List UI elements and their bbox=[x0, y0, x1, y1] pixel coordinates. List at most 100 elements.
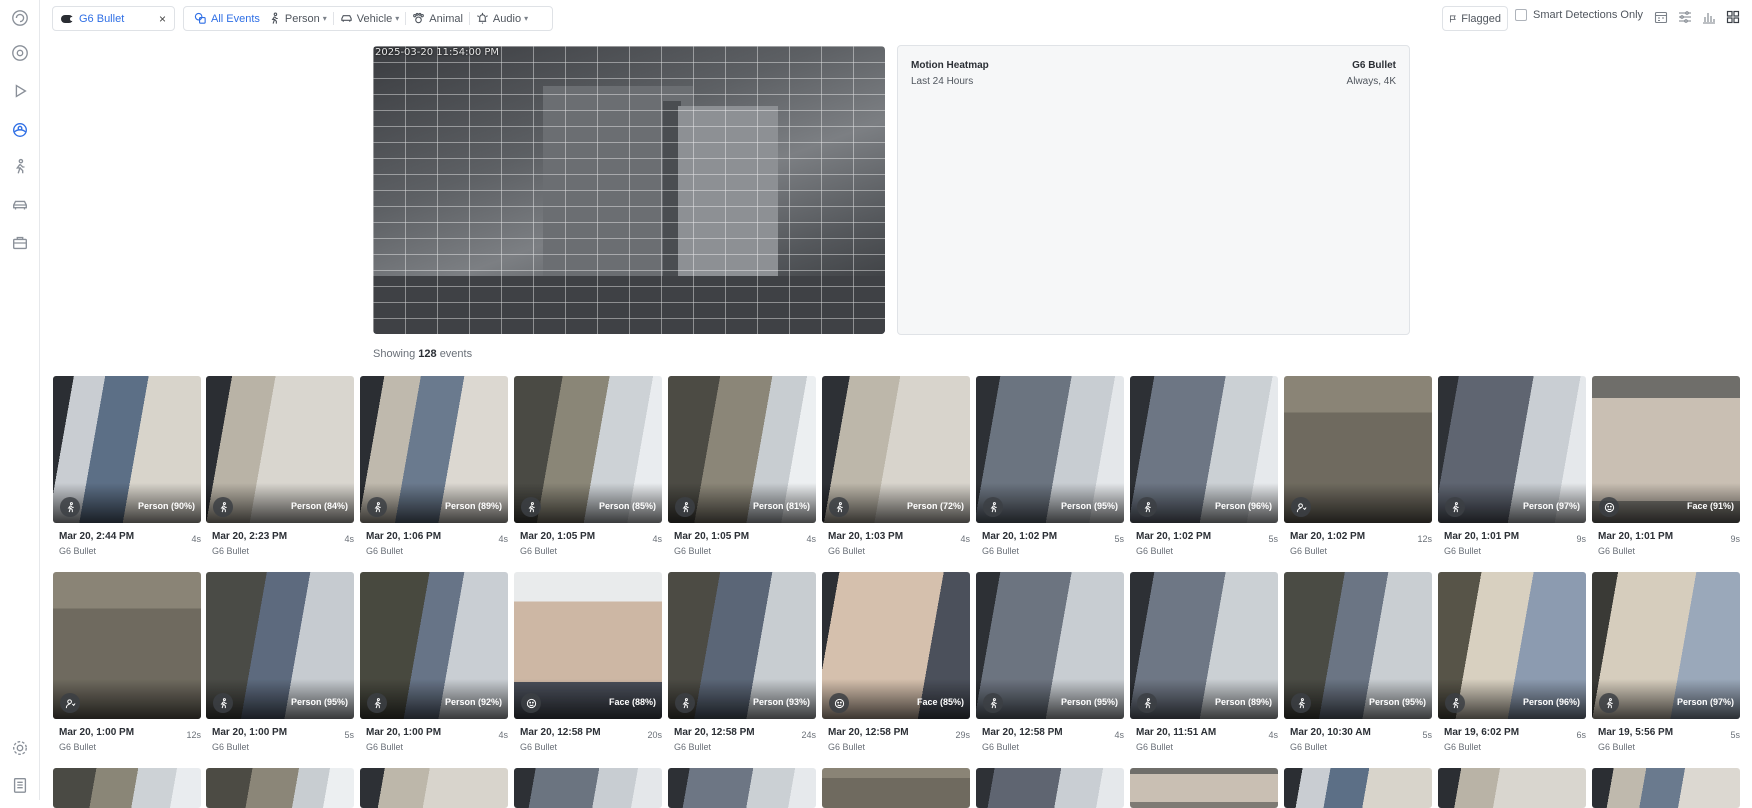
event-thumbnail[interactable]: Person (95%) bbox=[206, 572, 354, 719]
filter-animal[interactable]: Animal bbox=[408, 8, 467, 29]
detection-label: Person (72%) bbox=[906, 501, 964, 511]
grid-view-icon[interactable] bbox=[1726, 10, 1742, 26]
event-thumbnail[interactable] bbox=[1438, 768, 1586, 808]
event-card[interactable] bbox=[360, 768, 508, 808]
event-card[interactable]: Person (90%) Mar 20, 2:44 PM G6 Bullet 4… bbox=[53, 376, 201, 556]
event-thumbnail[interactable]: Person (97%) bbox=[1438, 376, 1586, 523]
event-meta: G6 Bullet bbox=[976, 542, 1124, 556]
devices-icon[interactable] bbox=[10, 43, 30, 63]
event-card[interactable]: Person (95%) Mar 20, 12:58 PM G6 Bullet … bbox=[976, 572, 1124, 752]
event-card[interactable] bbox=[1130, 768, 1278, 808]
heatmap-mode: Always, 4K bbox=[1346, 76, 1396, 87]
person-icon bbox=[521, 497, 541, 517]
flagged-button[interactable]: Flagged bbox=[1442, 6, 1508, 31]
event-card[interactable]: Person (72%) Mar 20, 1:03 PM G6 Bullet 4… bbox=[822, 376, 970, 556]
event-thumbnail[interactable]: Person (72%) bbox=[822, 376, 970, 523]
top-toolbar: G6 Bullet × All Events Person ▾ Vehicle … bbox=[40, 0, 1752, 38]
filter-audio[interactable]: Audio ▾ bbox=[472, 8, 532, 29]
event-card[interactable] bbox=[822, 768, 970, 808]
event-thumbnail[interactable] bbox=[53, 572, 201, 719]
toolbox-icon[interactable] bbox=[10, 233, 30, 253]
event-thumbnail[interactable]: Person (90%) bbox=[53, 376, 201, 523]
event-card[interactable] bbox=[206, 768, 354, 808]
event-card[interactable]: Person (95%) Mar 20, 1:02 PM G6 Bullet 5… bbox=[976, 376, 1124, 556]
event-thumbnail[interactable]: Person (84%) bbox=[206, 376, 354, 523]
event-card[interactable]: Face (85%) Mar 20, 12:58 PM G6 Bullet 29… bbox=[822, 572, 970, 752]
event-thumbnail[interactable]: Person (85%) bbox=[514, 376, 662, 523]
camera-preview[interactable]: 2025-03-20 11:54:00 PM bbox=[373, 46, 885, 334]
event-thumbnail[interactable]: Face (88%) bbox=[514, 572, 662, 719]
event-card[interactable]: Person (95%) Mar 20, 1:00 PM G6 Bullet 5… bbox=[206, 572, 354, 752]
event-thumbnail[interactable]: Person (81%) bbox=[668, 376, 816, 523]
event-card[interactable] bbox=[1438, 768, 1586, 808]
event-card[interactable]: Person (95%) Mar 20, 10:30 AM G6 Bullet … bbox=[1284, 572, 1432, 752]
sliders-icon[interactable] bbox=[1678, 10, 1694, 26]
filter-all-events[interactable]: All Events bbox=[190, 8, 264, 29]
event-card[interactable]: Person (92%) Mar 20, 1:00 PM G6 Bullet 4… bbox=[360, 572, 508, 752]
settings-icon[interactable] bbox=[10, 738, 30, 758]
smart-detections-toggle[interactable]: Smart Detections Only bbox=[1515, 9, 1643, 21]
event-card[interactable] bbox=[514, 768, 662, 808]
event-card[interactable]: Mar 20, 1:00 PM G6 Bullet 12s bbox=[53, 572, 201, 752]
event-thumbnail[interactable] bbox=[1130, 768, 1278, 808]
event-thumbnail[interactable] bbox=[976, 768, 1124, 808]
event-thumbnail[interactable]: Person (96%) bbox=[1438, 572, 1586, 719]
event-camera: G6 Bullet bbox=[212, 546, 250, 556]
event-thumbnail[interactable] bbox=[668, 768, 816, 808]
event-card[interactable]: Mar 20, 1:02 PM G6 Bullet 12s bbox=[1284, 376, 1432, 556]
event-thumbnail[interactable] bbox=[360, 768, 508, 808]
event-card[interactable]: Person (85%) Mar 20, 1:05 PM G6 Bullet 4… bbox=[514, 376, 662, 556]
event-card[interactable]: Person (89%) Mar 20, 1:06 PM G6 Bullet 4… bbox=[360, 376, 508, 556]
play-icon[interactable] bbox=[10, 81, 30, 101]
event-card[interactable]: Person (89%) Mar 20, 11:51 AM G6 Bullet … bbox=[1130, 572, 1278, 752]
event-thumbnail[interactable]: Person (93%) bbox=[668, 572, 816, 719]
event-card[interactable] bbox=[1592, 768, 1740, 808]
event-card[interactable]: Face (88%) Mar 20, 12:58 PM G6 Bullet 20… bbox=[514, 572, 662, 752]
vehicle-nav-icon[interactable] bbox=[10, 195, 30, 215]
close-icon[interactable]: × bbox=[159, 12, 166, 26]
event-meta: G6 Bullet bbox=[822, 542, 970, 556]
person-nav-icon[interactable] bbox=[10, 157, 30, 177]
event-thumbnail[interactable] bbox=[822, 768, 970, 808]
event-thumbnail[interactable] bbox=[206, 768, 354, 808]
event-card[interactable]: Person (97%) Mar 20, 1:01 PM G6 Bullet 9… bbox=[1438, 376, 1586, 556]
event-card[interactable] bbox=[1284, 768, 1432, 808]
person-icon bbox=[1445, 497, 1465, 517]
camera-filter-chip[interactable]: G6 Bullet × bbox=[52, 6, 175, 31]
event-thumbnail[interactable] bbox=[514, 768, 662, 808]
event-card[interactable] bbox=[976, 768, 1124, 808]
event-thumbnail[interactable]: Person (92%) bbox=[360, 572, 508, 719]
bar-chart-icon[interactable] bbox=[1702, 10, 1718, 26]
event-card[interactable]: Person (96%) Mar 19, 6:02 PM G6 Bullet 6… bbox=[1438, 572, 1586, 752]
event-thumbnail[interactable]: Face (91%) bbox=[1592, 376, 1740, 523]
event-meta: G6 Bullet bbox=[668, 738, 816, 752]
event-thumbnail[interactable]: Person (95%) bbox=[976, 572, 1124, 719]
event-thumbnail[interactable] bbox=[1284, 768, 1432, 808]
event-card[interactable]: Person (93%) Mar 20, 12:58 PM G6 Bullet … bbox=[668, 572, 816, 752]
event-thumbnail[interactable]: Person (95%) bbox=[1284, 572, 1432, 719]
event-thumbnail[interactable]: Face (85%) bbox=[822, 572, 970, 719]
filter-vehicle[interactable]: Vehicle ▾ bbox=[336, 8, 404, 29]
event-card[interactable] bbox=[53, 768, 201, 808]
event-thumbnail[interactable] bbox=[1592, 768, 1740, 808]
event-thumbnail[interactable]: Person (96%) bbox=[1130, 376, 1278, 523]
event-card[interactable] bbox=[668, 768, 816, 808]
event-card[interactable]: Person (97%) Mar 19, 5:56 PM G6 Bullet 5… bbox=[1592, 572, 1740, 752]
logo-icon[interactable] bbox=[10, 8, 30, 28]
clipboard-icon[interactable] bbox=[10, 775, 30, 795]
event-card[interactable]: Person (81%) Mar 20, 1:05 PM G6 Bullet 4… bbox=[668, 376, 816, 556]
event-thumbnail[interactable]: Person (97%) bbox=[1592, 572, 1740, 719]
detections-icon[interactable] bbox=[10, 120, 30, 140]
event-card[interactable]: Person (96%) Mar 20, 1:02 PM G6 Bullet 5… bbox=[1130, 376, 1278, 556]
event-thumbnail[interactable]: Person (89%) bbox=[1130, 572, 1278, 719]
event-thumbnail[interactable]: Person (89%) bbox=[360, 376, 508, 523]
calendar-icon[interactable] bbox=[1654, 10, 1670, 26]
event-card[interactable]: Face (91%) Mar 20, 1:01 PM G6 Bullet 9s bbox=[1592, 376, 1740, 556]
filter-person[interactable]: Person ▾ bbox=[264, 8, 331, 29]
smart-detections-checkbox[interactable] bbox=[1515, 9, 1527, 21]
event-thumbnail[interactable] bbox=[53, 768, 201, 808]
event-thumbnail[interactable] bbox=[1284, 376, 1432, 523]
event-meta: G6 Bullet bbox=[1284, 542, 1432, 556]
event-card[interactable]: Person (84%) Mar 20, 2:23 PM G6 Bullet 4… bbox=[206, 376, 354, 556]
event-thumbnail[interactable]: Person (95%) bbox=[976, 376, 1124, 523]
